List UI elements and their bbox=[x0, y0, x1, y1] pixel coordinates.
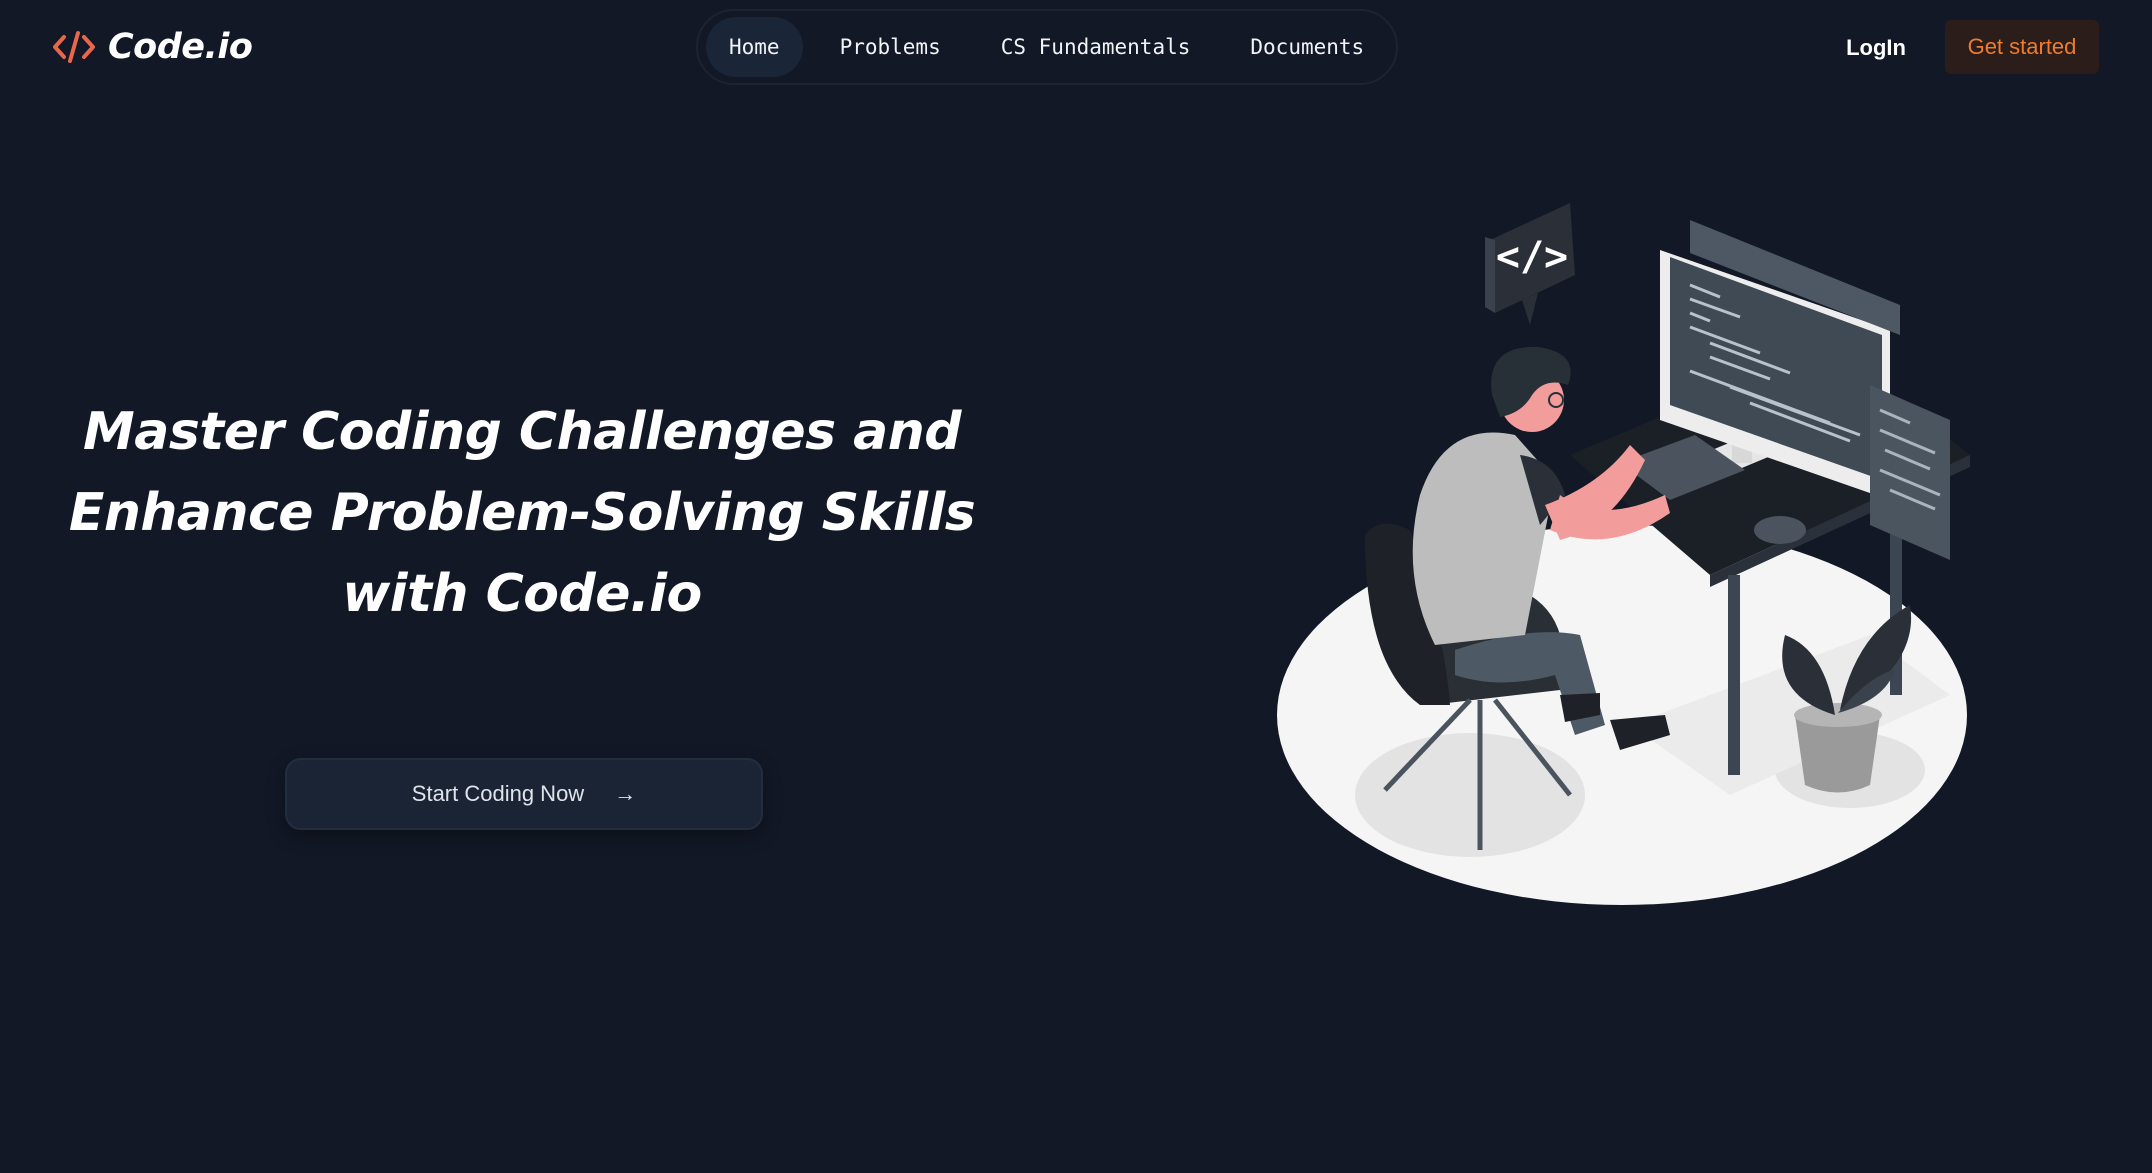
mouse bbox=[1754, 516, 1806, 544]
developer-illustration: </> bbox=[1277, 203, 1970, 905]
nav-item-home[interactable]: Home bbox=[706, 17, 803, 77]
hero-title-line-3: with Code.io bbox=[342, 564, 702, 624]
chair-shadow bbox=[1355, 733, 1585, 857]
get-started-button[interactable]: Get started bbox=[1945, 20, 2099, 74]
start-coding-button[interactable]: Start Coding Now → bbox=[285, 758, 763, 830]
nav-item-documents[interactable]: Documents bbox=[1227, 17, 1387, 77]
hero-title: Master Coding Challenges and Enhance Pro… bbox=[40, 392, 1004, 635]
brand-logo[interactable]: Code.io bbox=[52, 24, 253, 70]
code-badge-side bbox=[1485, 237, 1495, 313]
hero-title-line-2: Enhance Problem-Solving Skills bbox=[68, 483, 976, 543]
nav-item-cs-fundamentals[interactable]: CS Fundamentals bbox=[978, 17, 1214, 77]
nav-item-problems[interactable]: Problems bbox=[817, 17, 964, 77]
plant-pot-rim bbox=[1794, 703, 1882, 727]
start-coding-label: Start Coding Now bbox=[411, 781, 585, 806]
main-nav: Home Problems CS Fundamentals Documents bbox=[696, 9, 1398, 85]
arrow-right-icon: → bbox=[614, 781, 637, 806]
login-button[interactable]: LogIn bbox=[1830, 24, 1922, 72]
desk-leg-left bbox=[1728, 575, 1740, 775]
landing-page: Code.io Home Problems CS Fundamentals Do… bbox=[0, 0, 2152, 1173]
hero-title-line-1: Master Coding Challenges and bbox=[82, 402, 962, 462]
code-badge-glyph: </> bbox=[1496, 234, 1568, 280]
brand-name: Code.io bbox=[108, 27, 253, 67]
code-brackets-icon bbox=[53, 31, 95, 63]
